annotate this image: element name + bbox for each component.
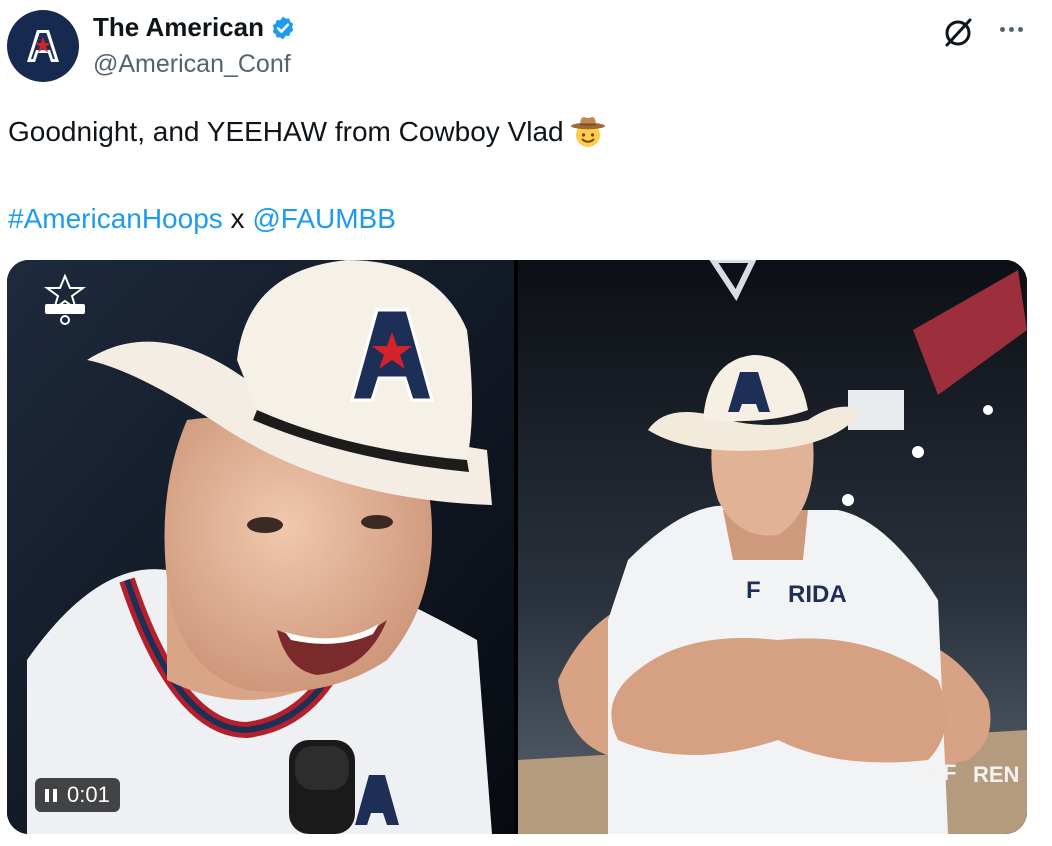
- svg-text:REN: REN: [973, 762, 1019, 787]
- championships-logo-icon: [43, 273, 87, 325]
- hashtag-link[interactable]: #AmericanHoops: [8, 203, 223, 234]
- video-elapsed-time: 0:01: [67, 782, 110, 807]
- tweet-body: Goodnight, and YEEHAW from Cowboy Vlad: [8, 116, 564, 147]
- more-options-icon: [1008, 26, 1014, 32]
- more-options-button[interactable]: [994, 16, 1028, 42]
- pause-icon[interactable]: [45, 788, 57, 802]
- video-time-badge[interactable]: 0:01: [35, 778, 120, 812]
- grok-button[interactable]: [941, 16, 975, 50]
- tags-separator: x: [222, 203, 253, 234]
- svg-text:ONF: ONF: [910, 760, 956, 785]
- more-options-icon: [999, 26, 1005, 32]
- author-name-row: The American: [93, 12, 296, 43]
- verified-badge-icon: [272, 16, 294, 39]
- video-thumbnail: [7, 260, 514, 834]
- grok-icon: [945, 18, 972, 47]
- author-display-name[interactable]: The American: [93, 12, 264, 43]
- svg-text:F: F: [746, 577, 761, 604]
- video-player[interactable]: 0:01: [7, 260, 514, 834]
- svg-text:RIDA: RIDA: [788, 581, 847, 608]
- american-conference-logo-icon: [27, 30, 59, 62]
- tweet-tags: #AmericanHoops x @FAUMBB: [8, 201, 396, 237]
- media-grid: 0:01 F RIDA ONF REN: [7, 260, 1027, 834]
- more-options-icon: [1017, 26, 1023, 32]
- cowboy-hat-face-icon: [570, 117, 605, 147]
- photo[interactable]: F RIDA ONF REN: [518, 260, 1027, 834]
- author-avatar[interactable]: [7, 10, 79, 82]
- mention-link[interactable]: @FAUMBB: [252, 203, 396, 234]
- tweet-text: Goodnight, and YEEHAW from Cowboy Vlad: [8, 113, 606, 150]
- photo-image: F RIDA ONF REN: [518, 260, 1027, 834]
- author-handle[interactable]: @American_Conf: [93, 50, 291, 79]
